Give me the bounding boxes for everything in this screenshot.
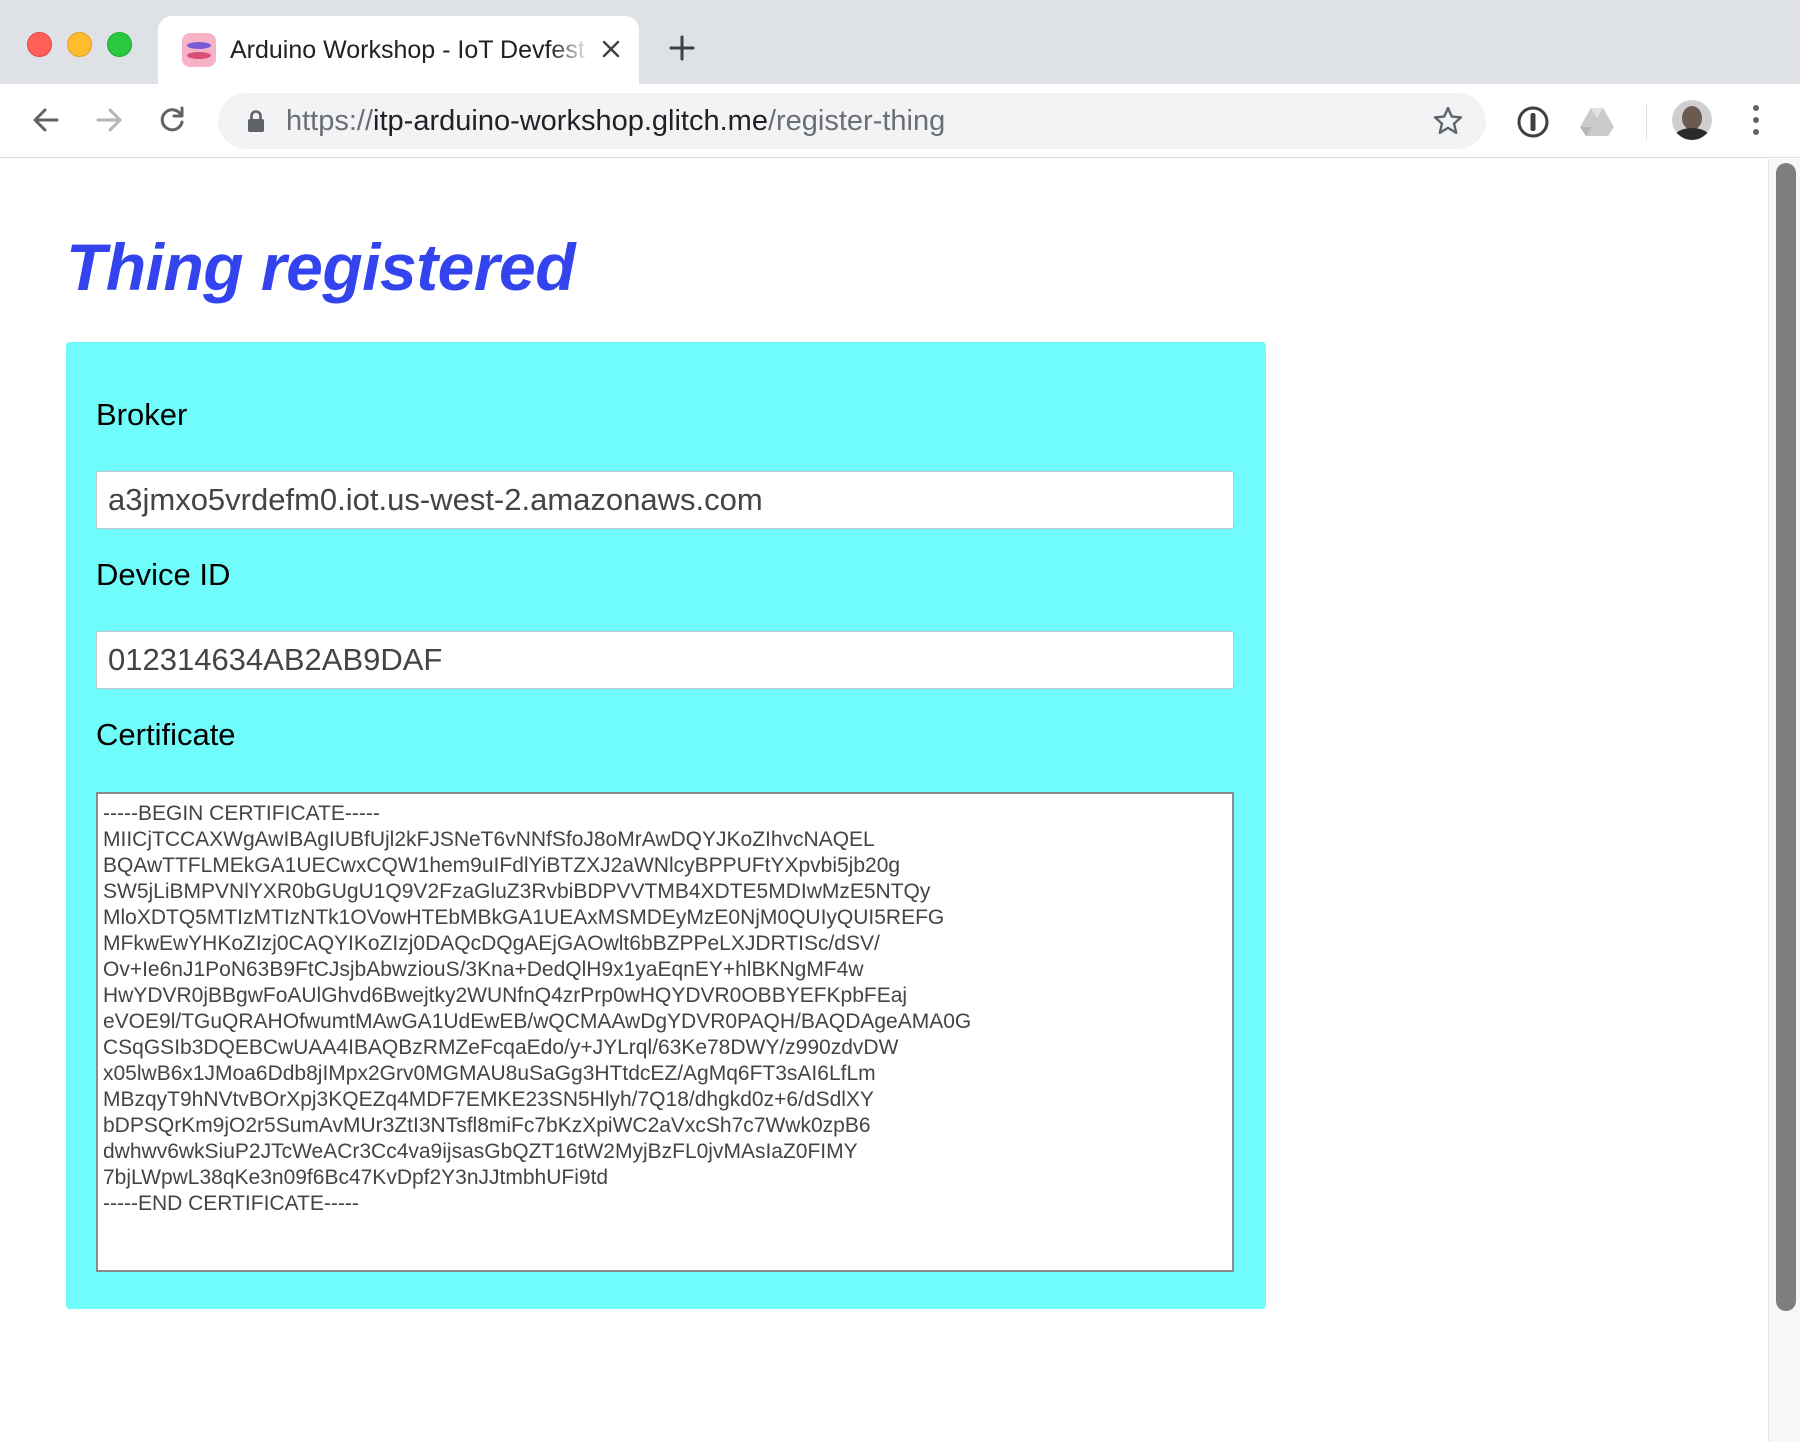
toolbar-separator [1646,104,1647,140]
scrollbar[interactable] [1768,159,1800,1442]
tab-title: Arduino Workshop - IoT Devfest [230,34,590,66]
google-drive-icon[interactable] [1577,102,1617,142]
url-path: /register-thing [767,105,946,137]
zoom-window-button[interactable] [107,32,132,57]
arrow-right-icon[interactable] [89,100,129,140]
page-content: Thing registered Broker a3jmxo5vrdefm0.i… [0,159,1768,1442]
address-bar[interactable]: https://itp-arduino-workshop.glitch.me/r… [218,93,1486,149]
broker-field[interactable]: a3jmxo5vrdefm0.iot.us-west-2.amazonaws.c… [96,471,1234,529]
certificate-textarea[interactable]: -----BEGIN CERTIFICATE----- MIICjTCCAXWg… [96,792,1234,1272]
url-text: https://itp-arduino-workshop.glitch.me/r… [286,105,945,137]
url-scheme: https:// [286,105,374,137]
close-window-button[interactable] [27,32,52,57]
url-host: itp-arduino-workshop.glitch.me [373,105,768,137]
1password-icon[interactable] [1513,102,1553,142]
tab-strip: Arduino Workshop - IoT Devfest [0,0,1800,84]
browser-tab[interactable]: Arduino Workshop - IoT Devfest [158,16,639,84]
lock-icon[interactable] [244,109,268,133]
device-id-label: Device ID [96,557,231,592]
certificate-label: Certificate [96,717,236,752]
broker-label: Broker [96,397,188,432]
plus-icon[interactable] [664,30,700,66]
arrow-left-icon[interactable] [26,100,66,140]
kebab-menu-icon[interactable] [1736,100,1776,140]
close-icon[interactable] [596,34,626,64]
browser-toolbar: https://itp-arduino-workshop.glitch.me/r… [0,84,1800,158]
minimize-window-button[interactable] [67,32,92,57]
avatar[interactable] [1672,100,1712,140]
scrollbar-thumb[interactable] [1776,163,1796,1311]
page-title: Thing registered [66,230,576,304]
glitch-fish-icon [182,33,216,67]
reload-icon[interactable] [152,100,192,140]
thing-details-panel: Broker a3jmxo5vrdefm0.iot.us-west-2.amaz… [66,342,1266,1309]
star-icon[interactable] [1432,105,1464,137]
device-id-field[interactable]: 012314634AB2AB9DAF [96,631,1234,689]
